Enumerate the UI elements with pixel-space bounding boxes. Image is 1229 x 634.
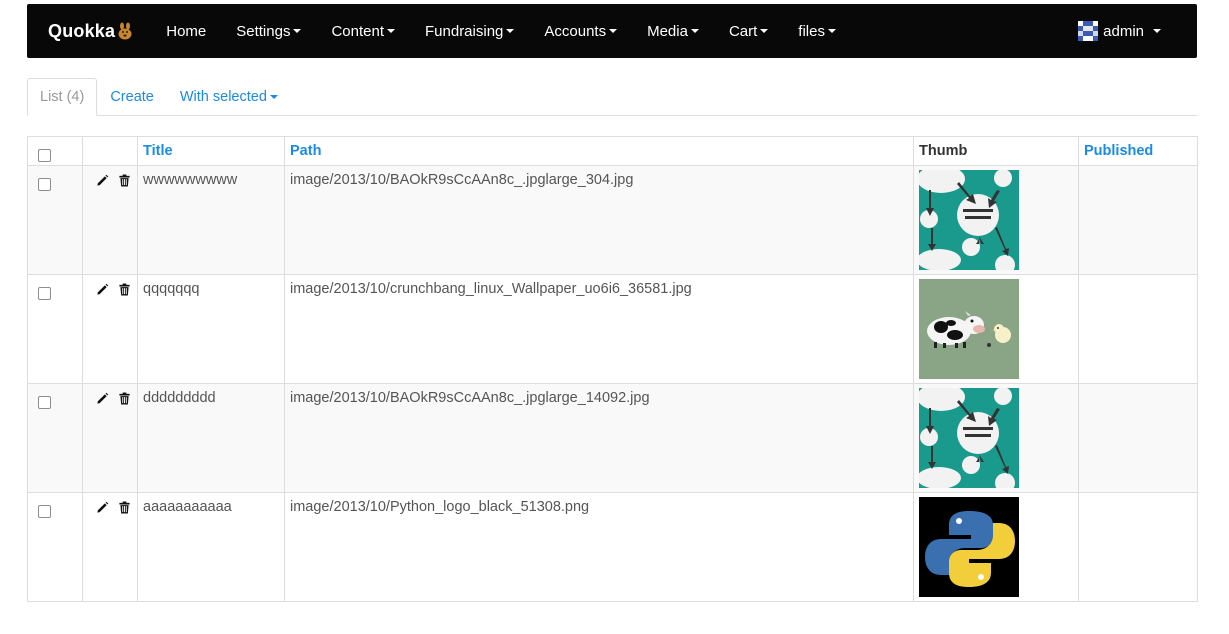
pencil-edit-icon[interactable] — [96, 392, 109, 405]
avatar — [1078, 21, 1099, 41]
cell-thumb — [913, 274, 1079, 384]
trash-delete-icon[interactable] — [118, 392, 131, 405]
row-checkbox[interactable] — [38, 178, 51, 191]
tab-list-label: List (4) — [40, 89, 85, 105]
row-actions-cell — [82, 274, 138, 384]
pencil-edit-icon[interactable] — [96, 283, 109, 296]
cell-path: image/2013/10/Python_logo_black_51308.pn… — [284, 492, 914, 602]
brand[interactable]: Quokka — [48, 21, 133, 42]
caret-down-icon — [506, 29, 515, 33]
table-row: ddddddddd image/2013/10/BAOkR9sCcAAn8c_.… — [27, 383, 1198, 493]
table-header-row: Title Path Thumb Published — [27, 136, 1198, 166]
cell-path: image/2013/10/crunchbang_linux_Wallpaper… — [284, 274, 914, 384]
cell-published — [1078, 492, 1198, 602]
cell-thumb — [913, 492, 1079, 602]
quokka-logo-icon — [118, 22, 132, 40]
column-header-published[interactable]: Published — [1078, 136, 1198, 166]
caret-down-icon — [827, 29, 836, 33]
cell-title: qqqqqqq — [137, 274, 285, 384]
row-checkbox[interactable] — [38, 505, 51, 518]
row-actions-cell — [82, 383, 138, 493]
nav-accounts-label: Accounts — [544, 22, 607, 40]
worry-poster-thumbnail[interactable] — [919, 388, 1019, 488]
brand-name[interactable]: Quokka — [48, 21, 115, 42]
row-actions-cell — [82, 492, 138, 602]
nav-content[interactable]: Content — [316, 4, 410, 58]
cell-title: ddddddddd — [137, 383, 285, 493]
worry-poster-thumbnail[interactable] — [919, 170, 1019, 270]
nav-fundraising-label: Fundraising — [425, 22, 504, 40]
tab-with-selected-label: With selected — [179, 89, 267, 105]
caret-down-icon — [293, 29, 302, 33]
trash-delete-icon[interactable] — [118, 283, 131, 296]
caret-down-icon — [609, 29, 618, 33]
nav-fundraising[interactable]: Fundraising — [410, 4, 529, 58]
nav-home[interactable]: Home — [151, 4, 221, 58]
column-header-thumb: Thumb — [913, 136, 1079, 166]
table-row: aaaaaaaaaaa image/2013/10/Python_logo_bl… — [27, 492, 1198, 602]
select-all-cell — [27, 136, 83, 166]
cell-title: aaaaaaaaaaa — [137, 492, 285, 602]
nav-files[interactable]: files — [783, 4, 851, 58]
row-select-cell — [27, 165, 83, 275]
cell-path: image/2013/10/BAOkR9sCcAAn8c_.jpglarge_3… — [284, 165, 914, 275]
cell-published — [1078, 165, 1198, 275]
row-select-cell — [27, 274, 83, 384]
nav-accounts[interactable]: Accounts — [529, 4, 632, 58]
caret-down-icon — [690, 29, 699, 33]
caret-down-icon — [1153, 29, 1161, 33]
trash-delete-icon[interactable] — [118, 174, 131, 187]
nav-content-label: Content — [331, 22, 384, 40]
row-select-cell — [27, 492, 83, 602]
nav-cart[interactable]: Cart — [714, 4, 783, 58]
cell-published — [1078, 274, 1198, 384]
select-all-checkbox[interactable] — [38, 149, 51, 162]
tab-create-label: Create — [110, 89, 154, 105]
nav-files-label: files — [798, 22, 825, 40]
tab-list[interactable]: List (4) — [27, 78, 98, 116]
files-table: Title Path Thumb Published wwwwwwwww ima… — [27, 136, 1198, 602]
nav-settings[interactable]: Settings — [221, 4, 316, 58]
caret-down-icon — [269, 95, 278, 99]
tab-with-selected[interactable]: With selected — [167, 78, 291, 116]
python-logo-thumbnail[interactable] — [919, 497, 1019, 597]
top-navbar: Quokka Home Settings Content Fundraising… — [27, 4, 1197, 58]
cow-chick-wallpaper-thumbnail[interactable] — [919, 279, 1019, 379]
nav-media[interactable]: Media — [632, 4, 714, 58]
row-actions-cell — [82, 165, 138, 275]
main-nav: Home Settings Content Fundraising Accoun… — [151, 4, 851, 58]
caret-down-icon — [760, 29, 769, 33]
cell-thumb — [913, 165, 1079, 275]
nav-home-label: Home — [166, 22, 207, 40]
cell-thumb — [913, 383, 1079, 493]
pencil-edit-icon[interactable] — [96, 174, 109, 187]
table-row: wwwwwwwww image/2013/10/BAOkR9sCcAAn8c_.… — [27, 165, 1198, 275]
row-checkbox[interactable] — [38, 287, 51, 300]
nav-media-label: Media — [647, 22, 688, 40]
column-header-title[interactable]: Title — [137, 136, 285, 166]
cell-published — [1078, 383, 1198, 493]
row-checkbox[interactable] — [38, 396, 51, 409]
tab-create[interactable]: Create — [97, 78, 167, 116]
nav-settings-label: Settings — [236, 22, 291, 40]
caret-down-icon — [387, 29, 395, 33]
user-name: admin — [1103, 22, 1144, 40]
row-select-cell — [27, 383, 83, 493]
column-header-path[interactable]: Path — [284, 136, 914, 166]
pencil-edit-icon[interactable] — [96, 501, 109, 514]
cell-path: image/2013/10/BAOkR9sCcAAn8c_.jpglarge_1… — [284, 383, 914, 493]
user-menu[interactable]: admin — [1078, 4, 1161, 58]
table-row: qqqqqqq image/2013/10/crunchbang_linux_W… — [27, 274, 1198, 384]
cell-title: wwwwwwwww — [137, 165, 285, 275]
nav-cart-label: Cart — [728, 22, 758, 40]
list-tabs: List (4) Create With selected — [27, 78, 1197, 116]
trash-delete-icon[interactable] — [118, 501, 131, 514]
actions-header — [82, 136, 138, 166]
